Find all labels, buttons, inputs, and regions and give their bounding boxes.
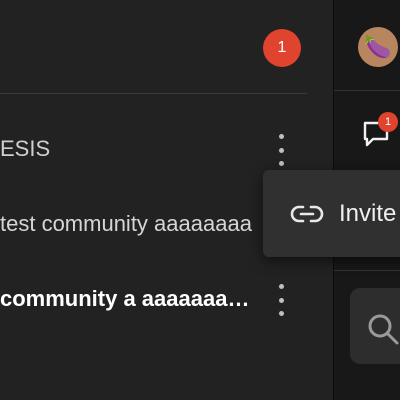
- kebab-dot: [278, 134, 284, 139]
- kebab-dot: [278, 147, 284, 153]
- community-item-label[interactable]: ESIS: [0, 136, 250, 162]
- divider: [0, 93, 307, 94]
- divider: [334, 270, 400, 271]
- avatar[interactable]: 🍆: [358, 27, 398, 67]
- search-icon[interactable]: [366, 312, 400, 346]
- more-options-icon[interactable]: [275, 134, 287, 166]
- link-icon: [290, 205, 324, 223]
- chat-badge: 1: [378, 112, 398, 132]
- community-item-label[interactable]: test community aaaaaaaa: [0, 211, 264, 237]
- notification-badge[interactable]: 1: [263, 29, 301, 67]
- avatar-emoji: 🍆: [364, 34, 392, 59]
- divider: [334, 90, 400, 91]
- app-frame: 1 ESIS test community aaaaaaaa community…: [0, 0, 400, 400]
- invite-label: Invite: [339, 200, 397, 227]
- context-menu: Invite: [263, 170, 400, 257]
- kebab-dot: [278, 284, 284, 289]
- invite-menu-item[interactable]: Invite: [263, 170, 400, 257]
- kebab-dot: [278, 297, 284, 303]
- more-options-icon[interactable]: [275, 284, 287, 316]
- kebab-dot: [278, 161, 284, 166]
- community-item-label[interactable]: community a aaaaaaa…: [0, 286, 262, 312]
- kebab-dot: [278, 311, 284, 316]
